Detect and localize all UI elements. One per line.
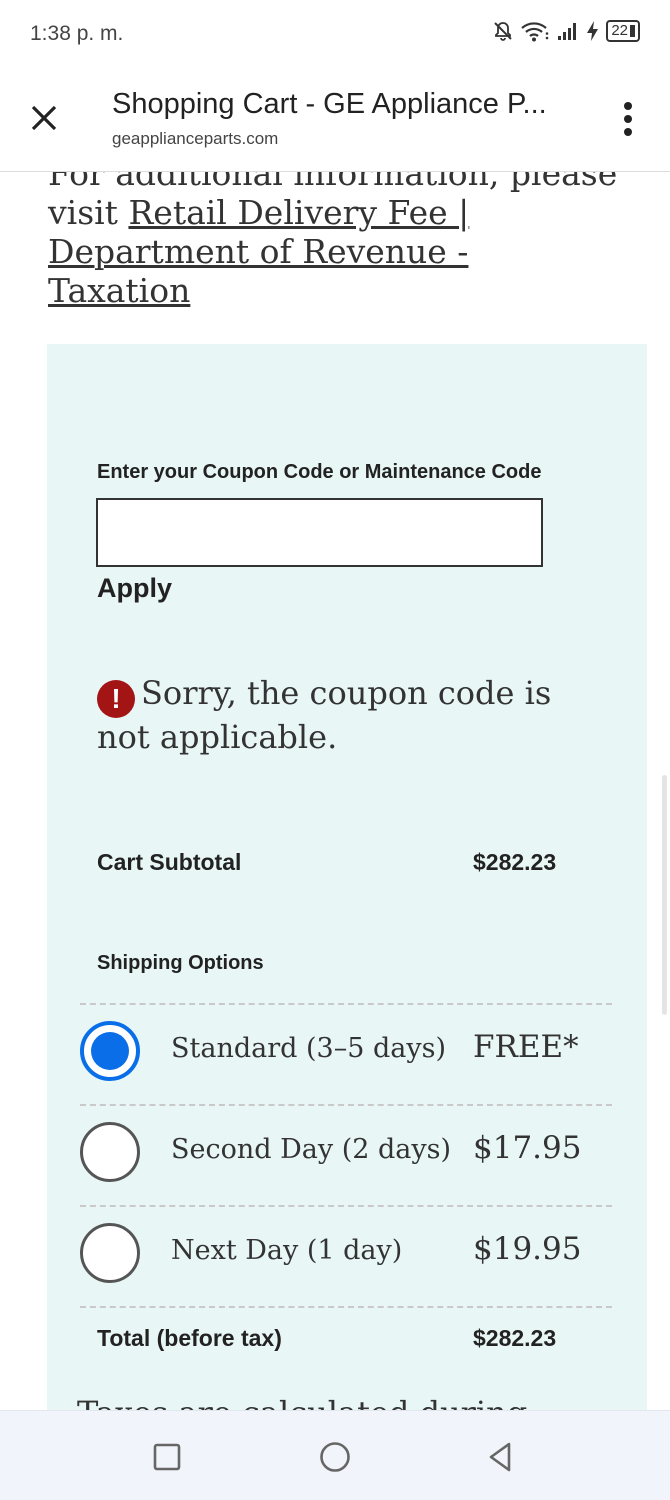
shipping-option-name: Second Day (2 days) [171, 1134, 452, 1165]
radio-unselected-icon[interactable] [80, 1122, 140, 1182]
page-domain: geapplianceparts.com [112, 129, 279, 148]
divider [80, 1306, 612, 1308]
shipping-option-name: Next Day (1 day) [171, 1235, 403, 1266]
more-vertical-icon[interactable] [620, 102, 636, 140]
cart-subtotal-label: Cart Subtotal [97, 849, 242, 875]
shipping-options-label: Shipping Options [97, 952, 264, 974]
shipping-option-second-day[interactable]: Second Day (2 days) $17.95 [80, 1106, 612, 1196]
charging-icon [586, 20, 600, 42]
back-triangle-icon[interactable] [482, 1439, 518, 1475]
shipping-option-price: FREE* [473, 1029, 579, 1065]
status-bar: 1:38 p. m. 22 [0, 0, 670, 68]
battery-level: 22 [611, 22, 628, 39]
signal-icon [556, 20, 580, 42]
wifi-icon [520, 20, 550, 42]
tax-note: Taxes are calculated during [77, 1394, 527, 1410]
error-icon: ! [97, 680, 135, 718]
shipping-option-name: Standard (3–5 days) [171, 1033, 446, 1064]
total-label: Total (before tax) [97, 1325, 282, 1351]
close-icon[interactable] [26, 100, 62, 136]
shipping-option-next-day[interactable]: Next Day (1 day) $19.95 [80, 1207, 612, 1297]
coupon-label: Enter your Coupon Code or Maintenance Co… [97, 461, 542, 483]
shipping-option-standard[interactable]: Standard (3–5 days) FREE* [80, 1005, 612, 1095]
scrollbar[interactable] [662, 775, 667, 1015]
status-time: 1:38 p. m. [30, 22, 124, 45]
system-nav-bar [0, 1410, 670, 1500]
coupon-error-text: Sorry, the coupon code is not applicable… [97, 674, 552, 756]
mute-bell-icon [492, 20, 514, 42]
coupon-error-message: ! Sorry, the coupon code is not applicabl… [97, 674, 597, 757]
total-value: $282.23 [473, 1325, 557, 1351]
shipping-option-price: $17.95 [473, 1130, 582, 1166]
page-content: For additional information, please visit… [0, 172, 670, 1410]
shipping-option-price: $19.95 [473, 1231, 582, 1267]
radio-unselected-icon[interactable] [80, 1223, 140, 1283]
page-title: Shopping Cart - GE Appliance P... [112, 88, 547, 120]
battery-icon: 22 [606, 20, 640, 42]
coupon-code-input[interactable] [96, 498, 543, 567]
cart-subtotal-value: $282.23 [473, 849, 557, 875]
cart-summary-panel: Enter your Coupon Code or Maintenance Co… [47, 344, 647, 1410]
radio-selected-icon[interactable] [80, 1021, 140, 1081]
retail-fee-info: For additional information, please visit… [48, 172, 618, 310]
browser-header: Shopping Cart - GE Appliance P... geappl… [0, 68, 670, 172]
apply-coupon-button[interactable]: Apply [97, 573, 172, 604]
home-circle-icon[interactable] [317, 1439, 353, 1475]
recents-square-icon[interactable] [149, 1439, 185, 1475]
status-icons: 22 [492, 20, 640, 42]
